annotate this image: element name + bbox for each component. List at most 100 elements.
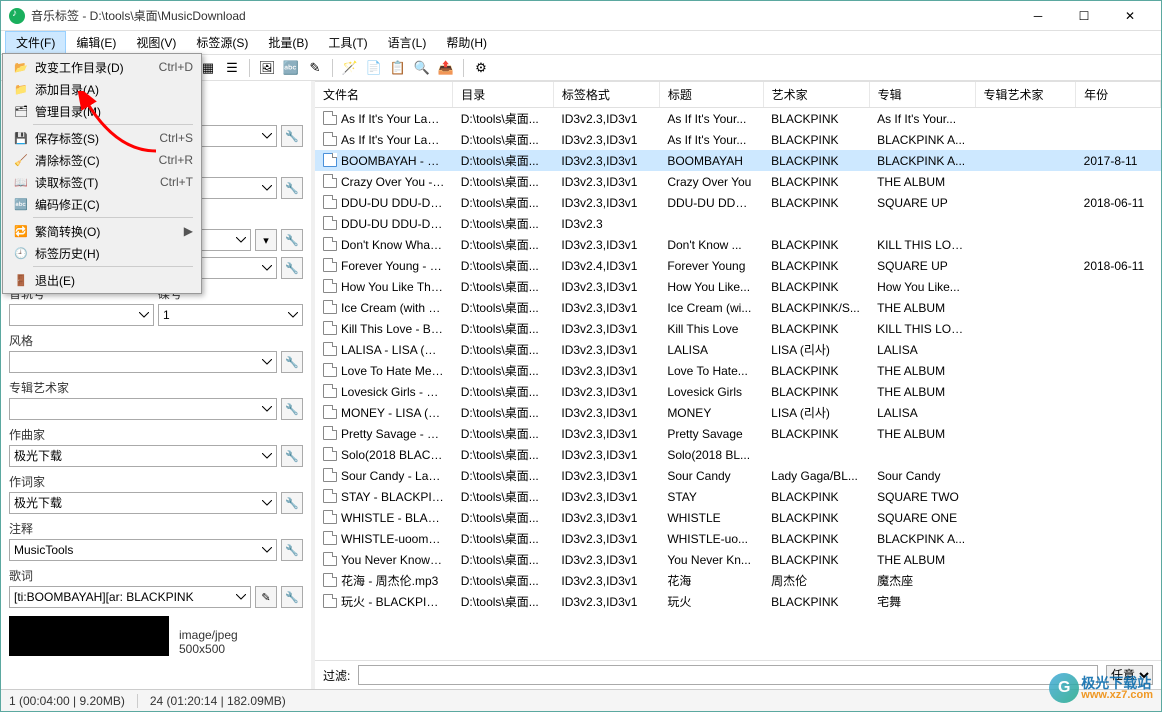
field-3-more-button[interactable]: ▾	[255, 229, 277, 251]
file-icon	[323, 531, 337, 545]
table-row[interactable]: DDU-DU DDU-DU(K...D:\tools\桌面...ID3v2.3,…	[315, 192, 1161, 213]
table-row[interactable]: Lovesick Girls - BLAC...D:\tools\桌面...ID…	[315, 381, 1161, 402]
table-row[interactable]: Crazy Over You - BL...D:\tools\桌面...ID3v…	[315, 171, 1161, 192]
menu-help[interactable]: 帮助(H)	[436, 31, 497, 54]
tb-copy-icon[interactable]: 📋	[387, 57, 409, 79]
file-icon	[323, 573, 337, 587]
genre-edit-button[interactable]: 🔧	[281, 351, 303, 373]
table-row[interactable]: Pretty Savage - BLA...D:\tools\桌面...ID3v…	[315, 423, 1161, 444]
tag-history-icon: 🕘	[11, 247, 31, 260]
lyrics-edit-button[interactable]: 🔧	[281, 586, 303, 608]
field-1-edit-button[interactable]: 🔧	[281, 125, 303, 147]
table-row[interactable]: BOOMBAYAH - BLA...D:\tools\桌面...ID3v2.3,…	[315, 150, 1161, 171]
tb-image-icon[interactable]: 🖼	[256, 57, 278, 79]
field-2-edit-button[interactable]: 🔧	[281, 177, 303, 199]
genre-input[interactable]	[9, 351, 277, 373]
file-table: 文件名目录标签格式标题艺术家专辑专辑艺术家年份 As If It's Your …	[315, 82, 1161, 612]
change-dir-icon: 📂	[11, 61, 31, 74]
menu-item-trad-simp[interactable]: 🔁繁简转换(O)▶	[5, 220, 199, 242]
menu-source[interactable]: 标签源(S)	[186, 31, 258, 54]
menu-item-tag-history[interactable]: 🕘标签历史(H)	[5, 242, 199, 264]
col-header[interactable]: 标题	[659, 82, 763, 108]
table-row[interactable]: How You Like That ...D:\tools\桌面...ID3v2…	[315, 276, 1161, 297]
file-icon	[323, 153, 337, 167]
table-row[interactable]: Kill This Love - BLAC...D:\tools\桌面...ID…	[315, 318, 1161, 339]
cover-meta: image/jpeg 500x500	[179, 628, 238, 656]
comment-input[interactable]: MusicTools	[9, 539, 277, 561]
menu-view[interactable]: 视图(V)	[126, 31, 186, 54]
lyrics-input[interactable]: [ti:BOOMBAYAH][ar: BLACKPINK	[9, 586, 251, 608]
lyricist-label: 作词家	[9, 473, 303, 490]
close-button[interactable]: ✕	[1107, 1, 1153, 31]
table-row[interactable]: Love To Hate Me - ...D:\tools\桌面...ID3v2…	[315, 360, 1161, 381]
col-header[interactable]: 专辑艺术家	[975, 82, 1076, 108]
menu-item-change-dir[interactable]: 📂改变工作目录(D)Ctrl+D	[5, 56, 199, 78]
minimize-button[interactable]: ─	[1015, 1, 1061, 31]
table-row[interactable]: As If It's Your Last -...D:\tools\桌面...I…	[315, 108, 1161, 130]
field-4-edit-button[interactable]: 🔧	[281, 257, 303, 279]
table-row[interactable]: You Never Know - ...D:\tools\桌面...ID3v2.…	[315, 549, 1161, 570]
table-row[interactable]: STAY - BLACKPINK...D:\tools\桌面...ID3v2.3…	[315, 486, 1161, 507]
col-header[interactable]: 目录	[453, 82, 554, 108]
table-row[interactable]: Sour Candy - Lady ...D:\tools\桌面...ID3v2…	[315, 465, 1161, 486]
menu-batch[interactable]: 批量(B)	[258, 31, 318, 54]
menu-item-manage-dir[interactable]: 🗂管理目录(M)	[5, 100, 199, 122]
tb-text-icon[interactable]: 🔤	[280, 57, 302, 79]
cover-preview[interactable]	[9, 616, 169, 656]
menu-item-save-tags[interactable]: 💾保存标签(S)Ctrl+S	[5, 127, 199, 149]
menu-item-add-dir[interactable]: 📁添加目录(A)	[5, 78, 199, 100]
table-row[interactable]: Forever Young - BL...D:\tools\桌面...ID3v2…	[315, 255, 1161, 276]
lyricist-edit-button[interactable]: 🔧	[281, 492, 303, 514]
table-row[interactable]: DDU-DU DDU-DU(K...D:\tools\桌面...ID3v2.3	[315, 213, 1161, 234]
table-row[interactable]: 玩火 - BLACKPINK....D:\tools\桌面...ID3v2.3,…	[315, 591, 1161, 612]
albumartist-input[interactable]	[9, 398, 277, 420]
maximize-button[interactable]: ☐	[1061, 1, 1107, 31]
comment-edit-button[interactable]: 🔧	[281, 539, 303, 561]
tb-scope-icon[interactable]: 🔍	[411, 57, 433, 79]
table-row[interactable]: Ice Cream (with Sel...D:\tools\桌面...ID3v…	[315, 297, 1161, 318]
menu-item-read-tags[interactable]: 📖读取标签(T)Ctrl+T	[5, 171, 199, 193]
composer-edit-button[interactable]: 🔧	[281, 445, 303, 467]
menu-item-fix-encoding[interactable]: 🔤编码修正(C)	[5, 193, 199, 215]
col-header[interactable]: 专辑	[869, 82, 975, 108]
table-row[interactable]: LALISA - LISA (리사)...D:\tools\桌面...ID3v2…	[315, 339, 1161, 360]
tb-edit-icon[interactable]: ✎	[304, 57, 326, 79]
table-row[interactable]: Solo(2018 BLACKPI...D:\tools\桌面...ID3v2.…	[315, 444, 1161, 465]
albumartist-edit-button[interactable]: 🔧	[281, 398, 303, 420]
table-row[interactable]: WHISTLE - BLACKPI...D:\tools\桌面...ID3v2.…	[315, 507, 1161, 528]
filter-input[interactable]	[358, 665, 1098, 685]
menu-item-exit[interactable]: 🚪退出(E)	[5, 269, 199, 291]
table-row[interactable]: 花海 - 周杰伦.mp3D:\tools\桌面...ID3v2.3,ID3v1花…	[315, 570, 1161, 591]
tb-export-icon[interactable]: 📤	[435, 57, 457, 79]
file-icon	[323, 174, 337, 188]
composer-input[interactable]: 极光下载	[9, 445, 277, 467]
tb-settings-icon[interactable]: ⚙	[470, 57, 492, 79]
lyricist-input[interactable]: 极光下载	[9, 492, 277, 514]
menu-item-clear-tags[interactable]: 🧹清除标签(C)Ctrl+R	[5, 149, 199, 171]
table-row[interactable]: Don't Know What ...D:\tools\桌面...ID3v2.3…	[315, 234, 1161, 255]
col-header[interactable]: 标签格式	[553, 82, 659, 108]
save-tags-icon: 💾	[11, 132, 31, 145]
disc-input[interactable]: 1	[158, 304, 303, 326]
menu-lang[interactable]: 语言(L)	[378, 31, 437, 54]
table-row[interactable]: WHISTLE-uoom抖...D:\tools\桌面...ID3v2.3,ID…	[315, 528, 1161, 549]
menu-edit[interactable]: 编辑(E)	[66, 31, 126, 54]
file-icon	[323, 195, 337, 209]
track-input[interactable]	[9, 304, 154, 326]
field-3-edit-button[interactable]: 🔧	[281, 229, 303, 251]
table-row[interactable]: MONEY - LISA (리...D:\tools\桌面...ID3v2.3,…	[315, 402, 1161, 423]
menu-tools[interactable]: 工具(T)	[318, 31, 377, 54]
lyrics-open-button[interactable]: ✎	[255, 586, 277, 608]
tb-doc-icon[interactable]: 📄	[363, 57, 385, 79]
read-tags-icon: 📖	[11, 176, 31, 189]
app-icon	[9, 8, 25, 24]
col-header[interactable]: 艺术家	[763, 82, 869, 108]
comment-label: 注释	[9, 520, 303, 537]
table-row[interactable]: As If It's Your Last(...D:\tools\桌面...ID…	[315, 129, 1161, 150]
tb-list-icon[interactable]: ☰	[221, 57, 243, 79]
tb-wand-icon[interactable]: 🪄	[339, 57, 361, 79]
menu-file[interactable]: 文件(F) 📂改变工作目录(D)Ctrl+D📁添加目录(A)🗂管理目录(M)💾保…	[5, 31, 66, 54]
col-header[interactable]: 文件名	[315, 82, 453, 108]
window-title: 音乐标签 - D:\tools\桌面\MusicDownload	[31, 7, 1015, 24]
col-header[interactable]: 年份	[1076, 82, 1161, 108]
